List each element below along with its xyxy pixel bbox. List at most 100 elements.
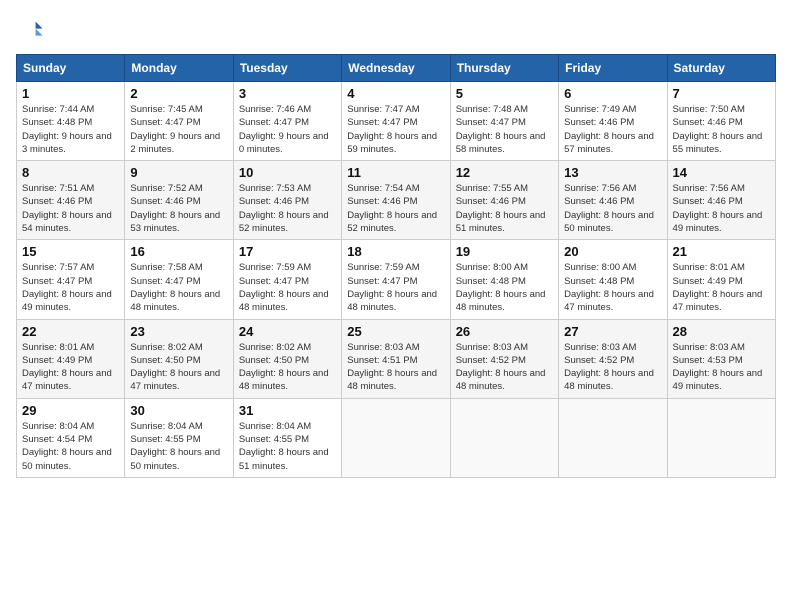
calendar-cell: 19 Sunrise: 8:00 AM Sunset: 4:48 PM Dayl… [450, 240, 558, 319]
day-info: Sunrise: 7:51 AM Sunset: 4:46 PM Dayligh… [22, 182, 119, 235]
sunrise-time: Sunrise: 8:03 AM [347, 341, 444, 354]
sunset-time: Sunset: 4:46 PM [673, 116, 770, 129]
sunrise-time: Sunrise: 8:02 AM [130, 341, 227, 354]
day-info: Sunrise: 7:56 AM Sunset: 4:46 PM Dayligh… [673, 182, 770, 235]
sunrise-time: Sunrise: 8:00 AM [564, 261, 661, 274]
calendar-body: 1 Sunrise: 7:44 AM Sunset: 4:48 PM Dayli… [17, 82, 776, 478]
day-number: 7 [673, 86, 770, 101]
daylight-hours: Daylight: 8 hours and 52 minutes. [239, 209, 336, 236]
daylight-hours: Daylight: 9 hours and 0 minutes. [239, 130, 336, 157]
sunrise-time: Sunrise: 7:57 AM [22, 261, 119, 274]
weekday-header-friday: Friday [559, 55, 667, 82]
day-number: 1 [22, 86, 119, 101]
sunrise-time: Sunrise: 7:53 AM [239, 182, 336, 195]
sunset-time: Sunset: 4:49 PM [22, 354, 119, 367]
day-info: Sunrise: 8:03 AM Sunset: 4:52 PM Dayligh… [456, 341, 553, 394]
sunrise-time: Sunrise: 7:50 AM [673, 103, 770, 116]
calendar-cell: 2 Sunrise: 7:45 AM Sunset: 4:47 PM Dayli… [125, 82, 233, 161]
day-number: 12 [456, 165, 553, 180]
daylight-hours: Daylight: 8 hours and 47 minutes. [22, 367, 119, 394]
sunrise-time: Sunrise: 8:03 AM [456, 341, 553, 354]
sunset-time: Sunset: 4:53 PM [673, 354, 770, 367]
weekday-header-tuesday: Tuesday [233, 55, 341, 82]
sunset-time: Sunset: 4:50 PM [239, 354, 336, 367]
sunset-time: Sunset: 4:48 PM [22, 116, 119, 129]
day-number: 20 [564, 244, 661, 259]
sunrise-time: Sunrise: 8:03 AM [673, 341, 770, 354]
calendar-cell: 29 Sunrise: 8:04 AM Sunset: 4:54 PM Dayl… [17, 398, 125, 477]
day-number: 9 [130, 165, 227, 180]
sunrise-time: Sunrise: 8:04 AM [130, 420, 227, 433]
day-number: 11 [347, 165, 444, 180]
sunrise-time: Sunrise: 8:01 AM [22, 341, 119, 354]
calendar-week-2: 8 Sunrise: 7:51 AM Sunset: 4:46 PM Dayli… [17, 161, 776, 240]
sunrise-time: Sunrise: 7:49 AM [564, 103, 661, 116]
sunrise-time: Sunrise: 7:45 AM [130, 103, 227, 116]
calendar-cell: 24 Sunrise: 8:02 AM Sunset: 4:50 PM Dayl… [233, 319, 341, 398]
day-number: 29 [22, 403, 119, 418]
day-info: Sunrise: 7:46 AM Sunset: 4:47 PM Dayligh… [239, 103, 336, 156]
daylight-hours: Daylight: 8 hours and 48 minutes. [239, 367, 336, 394]
calendar-week-4: 22 Sunrise: 8:01 AM Sunset: 4:49 PM Dayl… [17, 319, 776, 398]
calendar-cell: 5 Sunrise: 7:48 AM Sunset: 4:47 PM Dayli… [450, 82, 558, 161]
day-info: Sunrise: 7:55 AM Sunset: 4:46 PM Dayligh… [456, 182, 553, 235]
calendar-cell: 3 Sunrise: 7:46 AM Sunset: 4:47 PM Dayli… [233, 82, 341, 161]
weekday-header-monday: Monday [125, 55, 233, 82]
daylight-hours: Daylight: 8 hours and 50 minutes. [564, 209, 661, 236]
day-info: Sunrise: 8:04 AM Sunset: 4:54 PM Dayligh… [22, 420, 119, 473]
header [16, 16, 776, 44]
daylight-hours: Daylight: 8 hours and 48 minutes. [564, 367, 661, 394]
sunset-time: Sunset: 4:46 PM [564, 195, 661, 208]
logo-area [16, 16, 48, 44]
weekday-header-row: SundayMondayTuesdayWednesdayThursdayFrid… [17, 55, 776, 82]
sunrise-time: Sunrise: 8:01 AM [673, 261, 770, 274]
sunrise-time: Sunrise: 8:02 AM [239, 341, 336, 354]
daylight-hours: Daylight: 8 hours and 49 minutes. [673, 209, 770, 236]
sunset-time: Sunset: 4:47 PM [456, 116, 553, 129]
daylight-hours: Daylight: 8 hours and 49 minutes. [22, 288, 119, 315]
calendar-cell [667, 398, 775, 477]
sunset-time: Sunset: 4:50 PM [130, 354, 227, 367]
page: SundayMondayTuesdayWednesdayThursdayFrid… [0, 0, 792, 612]
day-number: 6 [564, 86, 661, 101]
day-info: Sunrise: 7:49 AM Sunset: 4:46 PM Dayligh… [564, 103, 661, 156]
calendar-cell: 15 Sunrise: 7:57 AM Sunset: 4:47 PM Dayl… [17, 240, 125, 319]
daylight-hours: Daylight: 8 hours and 48 minutes. [239, 288, 336, 315]
day-number: 2 [130, 86, 227, 101]
calendar-cell: 10 Sunrise: 7:53 AM Sunset: 4:46 PM Dayl… [233, 161, 341, 240]
day-number: 25 [347, 324, 444, 339]
day-info: Sunrise: 7:52 AM Sunset: 4:46 PM Dayligh… [130, 182, 227, 235]
weekday-header-saturday: Saturday [667, 55, 775, 82]
sunrise-time: Sunrise: 7:47 AM [347, 103, 444, 116]
day-info: Sunrise: 7:56 AM Sunset: 4:46 PM Dayligh… [564, 182, 661, 235]
day-info: Sunrise: 8:04 AM Sunset: 4:55 PM Dayligh… [130, 420, 227, 473]
sunset-time: Sunset: 4:46 PM [130, 195, 227, 208]
day-number: 8 [22, 165, 119, 180]
sunset-time: Sunset: 4:47 PM [130, 116, 227, 129]
sunset-time: Sunset: 4:49 PM [673, 275, 770, 288]
day-number: 18 [347, 244, 444, 259]
sunrise-time: Sunrise: 7:59 AM [239, 261, 336, 274]
calendar-cell: 30 Sunrise: 8:04 AM Sunset: 4:55 PM Dayl… [125, 398, 233, 477]
day-number: 28 [673, 324, 770, 339]
day-number: 4 [347, 86, 444, 101]
calendar-cell: 20 Sunrise: 8:00 AM Sunset: 4:48 PM Dayl… [559, 240, 667, 319]
day-info: Sunrise: 8:03 AM Sunset: 4:52 PM Dayligh… [564, 341, 661, 394]
calendar-cell: 6 Sunrise: 7:49 AM Sunset: 4:46 PM Dayli… [559, 82, 667, 161]
sunrise-time: Sunrise: 7:46 AM [239, 103, 336, 116]
weekday-header-thursday: Thursday [450, 55, 558, 82]
daylight-hours: Daylight: 8 hours and 48 minutes. [130, 288, 227, 315]
day-info: Sunrise: 8:00 AM Sunset: 4:48 PM Dayligh… [456, 261, 553, 314]
calendar-week-1: 1 Sunrise: 7:44 AM Sunset: 4:48 PM Dayli… [17, 82, 776, 161]
sunrise-time: Sunrise: 7:44 AM [22, 103, 119, 116]
day-info: Sunrise: 7:48 AM Sunset: 4:47 PM Dayligh… [456, 103, 553, 156]
calendar-cell: 17 Sunrise: 7:59 AM Sunset: 4:47 PM Dayl… [233, 240, 341, 319]
sunrise-time: Sunrise: 7:54 AM [347, 182, 444, 195]
daylight-hours: Daylight: 8 hours and 48 minutes. [456, 367, 553, 394]
calendar-cell [450, 398, 558, 477]
sunset-time: Sunset: 4:46 PM [22, 195, 119, 208]
weekday-header-sunday: Sunday [17, 55, 125, 82]
daylight-hours: Daylight: 9 hours and 3 minutes. [22, 130, 119, 157]
sunset-time: Sunset: 4:46 PM [239, 195, 336, 208]
day-number: 22 [22, 324, 119, 339]
